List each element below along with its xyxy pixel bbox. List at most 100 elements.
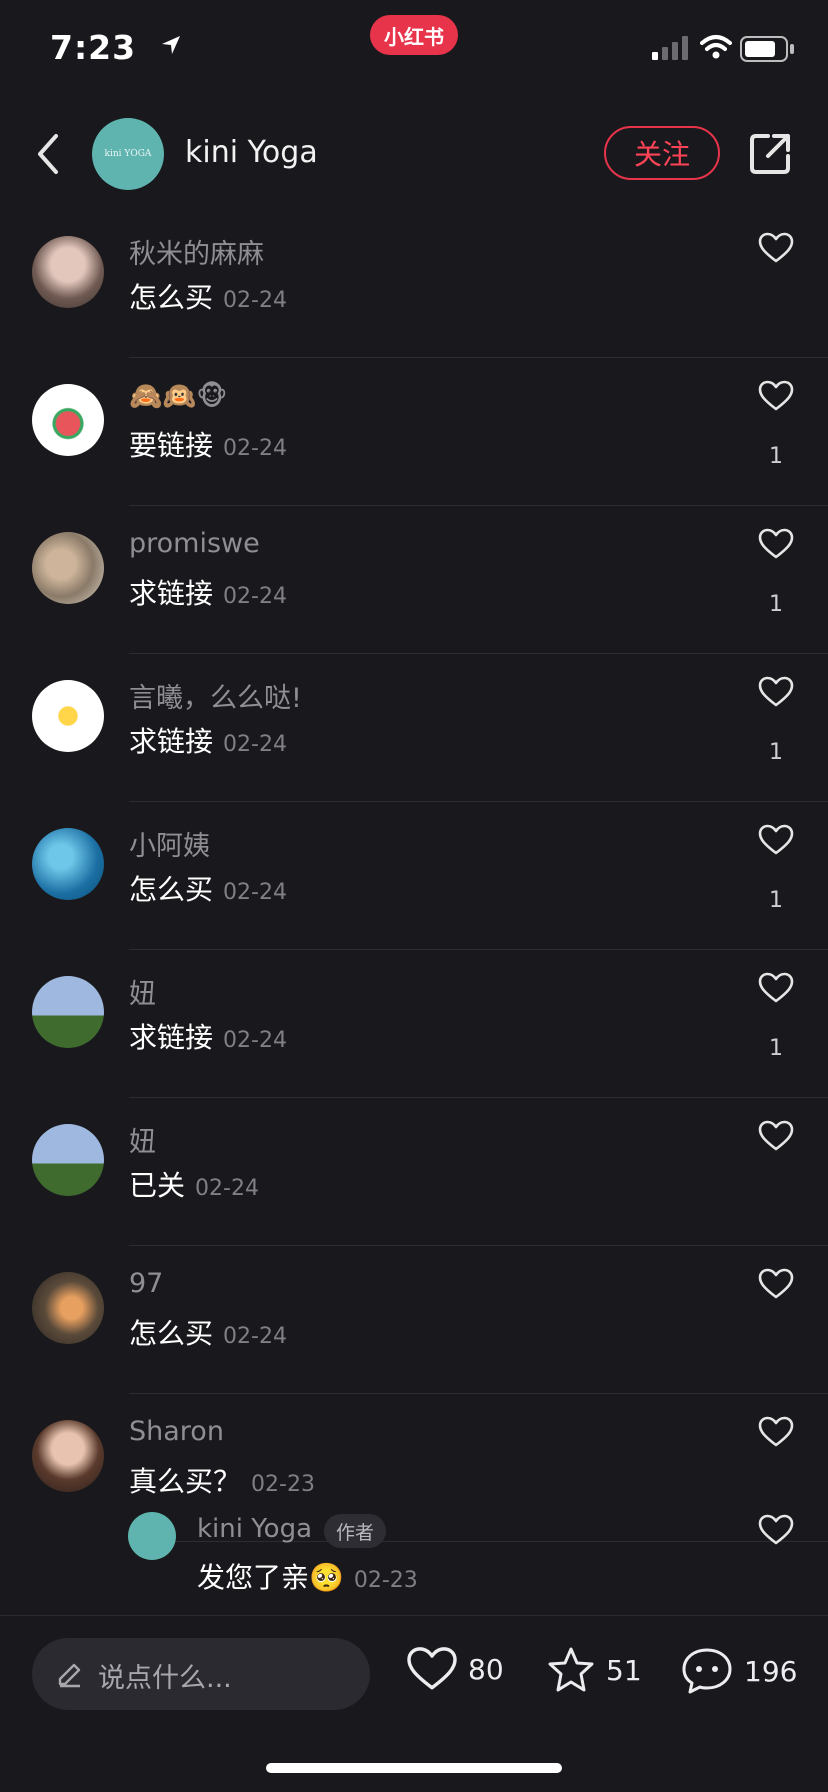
comment-like-count: 1 — [769, 592, 783, 617]
follow-button[interactable]: 关注 — [604, 126, 720, 180]
comment-item[interactable]: 妞已关 02-24 — [0, 1098, 828, 1246]
comment-date: 02-24 — [223, 288, 287, 313]
comment-date: 02-24 — [223, 436, 287, 461]
author-name[interactable]: kini Yoga — [185, 135, 318, 170]
heart-icon[interactable] — [758, 1416, 794, 1452]
app-badge[interactable]: 小红书 — [370, 15, 458, 55]
heart-icon[interactable] — [758, 528, 794, 564]
comment-body: 求链接 — [129, 577, 214, 610]
comment-body: 真么买？ — [129, 1465, 242, 1498]
comment-text: 怎么买 02-24 — [129, 276, 287, 316]
commenter-avatar[interactable] — [32, 1420, 104, 1492]
commenter-name[interactable]: 妞 — [129, 972, 156, 1011]
reply-body: 发您了亲🥺 — [197, 1561, 344, 1594]
heart-icon — [407, 1647, 457, 1690]
comment-like-count: 1 — [769, 1036, 783, 1061]
comment-item[interactable]: 秋米的麻麻怎么买 02-24 — [0, 210, 828, 358]
commenter-avatar[interactable] — [32, 384, 104, 456]
reply-author-name[interactable]: kini Yoga — [197, 1514, 312, 1544]
commenter-name[interactable]: 妞 — [129, 1120, 156, 1159]
commenter-avatar[interactable] — [32, 236, 104, 308]
heart-icon[interactable] — [758, 824, 794, 860]
comment-item[interactable]: 小阿姨怎么买 02-24 1 — [0, 802, 828, 950]
location-arrow-icon — [162, 36, 180, 54]
reply-text: 发您了亲🥺 02-23 — [197, 1556, 418, 1596]
comment-button[interactable]: 196 — [680, 1646, 797, 1696]
commenter-name[interactable]: promiswe — [129, 528, 260, 559]
commenter-name[interactable]: 97 — [129, 1268, 163, 1299]
share-icon[interactable] — [748, 132, 792, 176]
comment-item[interactable]: 🙈🙉🐵 要链接 02-24 1 — [0, 358, 828, 506]
heart-icon[interactable] — [758, 232, 794, 268]
commenter-name[interactable]: 秋米的麻麻 — [129, 232, 264, 271]
comment-item[interactable]: 妞求链接 02-24 1 — [0, 950, 828, 1098]
pen-icon — [58, 1663, 81, 1688]
author-avatar-logo: kini YOGA — [104, 149, 152, 159]
comment-body: 怎么买 — [129, 281, 214, 314]
comment-text: 真么买？ 02-23 — [129, 1460, 315, 1500]
collect-button[interactable]: 51 — [546, 1646, 642, 1694]
status-bar: 7:23 小红书 — [0, 0, 828, 100]
commenter-avatar[interactable] — [32, 976, 104, 1048]
comment-date: 02-24 — [223, 1324, 287, 1349]
commenter-name[interactable]: 🙈🙉🐵 — [129, 380, 227, 412]
comment-body: 求链接 — [129, 725, 214, 758]
like-button[interactable]: 80 — [406, 1646, 504, 1692]
bottom-action-bar: 说点什么... 80 51 196 — [0, 1615, 828, 1736]
wifi-icon — [700, 35, 732, 59]
star-icon — [548, 1647, 594, 1692]
comment-date: 02-23 — [251, 1472, 315, 1497]
comment-text: 求链接 02-24 — [129, 720, 287, 760]
reply-item[interactable]: kini Yoga 作者 发您了亲🥺 02-23 — [0, 1500, 828, 1610]
comment-body: 怎么买 — [129, 873, 214, 906]
comment-item[interactable]: 言曦，么么哒! 求链接 02-24 1 — [0, 654, 828, 802]
comment-like-count: 1 — [769, 444, 783, 469]
commenter-avatar[interactable] — [32, 1272, 104, 1344]
comment-text: 要链接 02-24 — [129, 424, 287, 464]
comment-date: 02-24 — [223, 584, 287, 609]
comment-count: 196 — [744, 1654, 798, 1688]
comment-date: 02-24 — [223, 880, 287, 905]
collect-count: 51 — [606, 1653, 642, 1687]
comment-item[interactable]: 97 怎么买 02-24 — [0, 1246, 828, 1394]
back-icon[interactable] — [34, 132, 62, 176]
cellular-signal-icon — [652, 36, 688, 60]
comment-date: 02-24 — [223, 1028, 287, 1053]
heart-icon[interactable] — [758, 1514, 794, 1546]
status-time: 7:23 — [50, 28, 137, 67]
battery-icon — [740, 36, 794, 62]
heart-icon[interactable] — [758, 972, 794, 1008]
comment-input[interactable]: 说点什么... — [32, 1638, 370, 1710]
home-indicator — [266, 1763, 562, 1773]
comment-body: 已关 — [129, 1169, 186, 1202]
comment-text: 求链接 02-24 — [129, 572, 287, 612]
commenter-name[interactable]: 小阿姨 — [129, 824, 210, 863]
heart-icon[interactable] — [758, 676, 794, 712]
reply-avatar[interactable] — [128, 1512, 176, 1560]
comment-input-placeholder: 说点什么... — [98, 1663, 232, 1694]
comment-like-count: 1 — [769, 740, 783, 765]
commenter-avatar[interactable] — [32, 532, 104, 604]
commenter-avatar[interactable] — [32, 680, 104, 752]
author-badge: 作者 — [324, 1514, 387, 1548]
author-avatar[interactable]: kini YOGA — [92, 118, 164, 190]
comment-item[interactable]: promiswe 求链接 02-24 1 — [0, 506, 828, 654]
commenter-name[interactable]: Sharon — [129, 1416, 224, 1447]
comment-body: 怎么买 — [129, 1317, 214, 1350]
chat-bubble-icon — [682, 1648, 732, 1694]
comment-like-count: 1 — [769, 888, 783, 913]
commenter-name[interactable]: 言曦，么么哒! — [129, 676, 302, 715]
comment-text: 怎么买 02-24 — [129, 868, 287, 908]
comment-body: 要链接 — [129, 429, 214, 462]
heart-icon[interactable] — [758, 1268, 794, 1304]
comment-date: 02-24 — [223, 732, 287, 757]
heart-icon[interactable] — [758, 380, 794, 416]
comment-text: 求链接 02-24 — [129, 1016, 287, 1056]
reply-date: 02-23 — [353, 1568, 418, 1593]
comment-body: 求链接 — [129, 1021, 214, 1054]
heart-icon[interactable] — [758, 1120, 794, 1156]
commenter-avatar[interactable] — [32, 1124, 104, 1196]
like-count: 80 — [468, 1652, 504, 1686]
commenter-avatar[interactable] — [32, 828, 104, 900]
comment-text: 怎么买 02-24 — [129, 1312, 287, 1352]
